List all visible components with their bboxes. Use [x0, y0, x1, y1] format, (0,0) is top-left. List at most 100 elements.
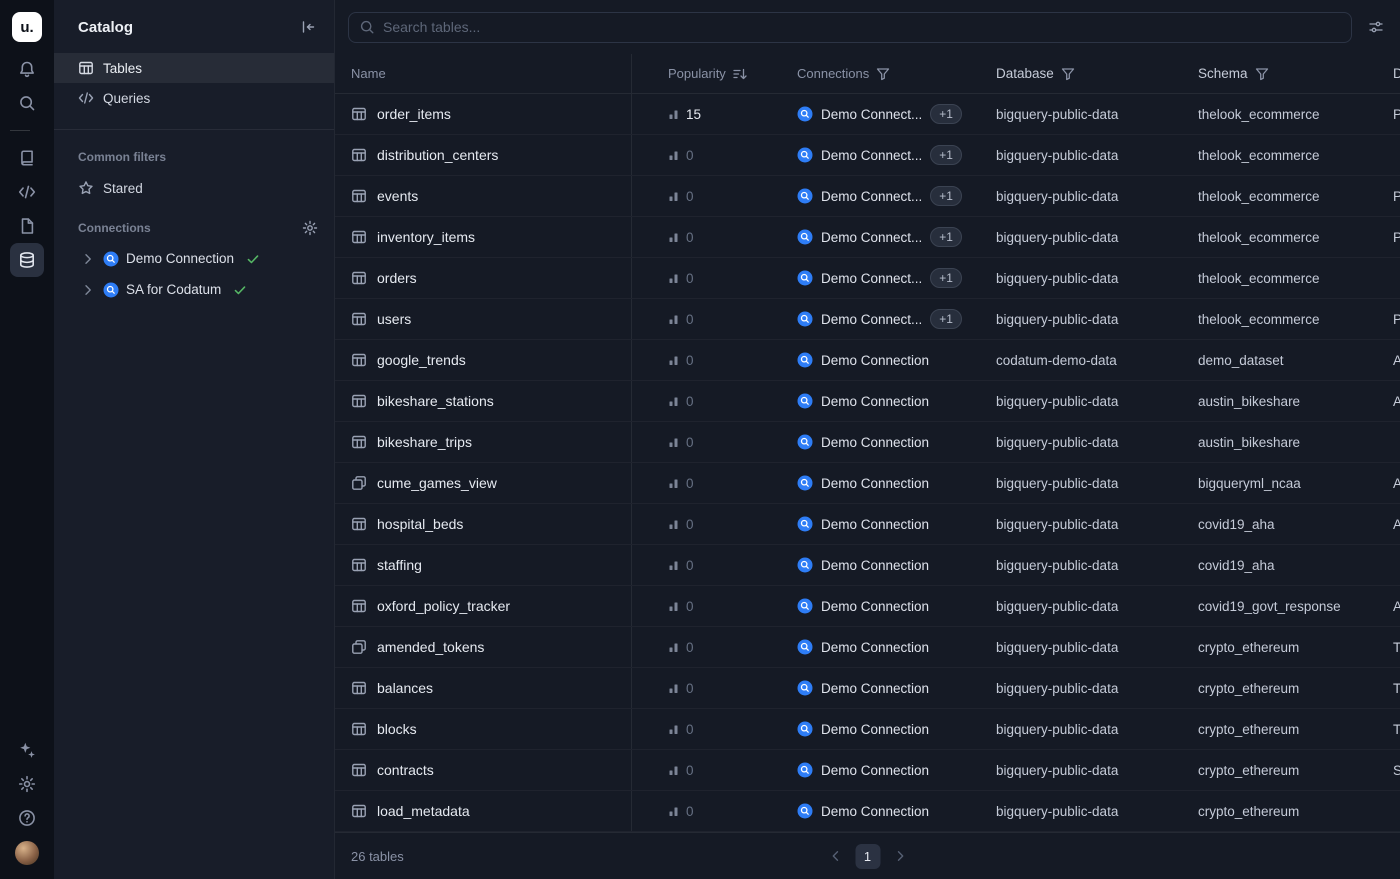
extra-connections-badge[interactable]: +1: [930, 145, 962, 165]
column-header-description-partial[interactable]: D: [1384, 54, 1400, 93]
bell-icon[interactable]: [10, 52, 44, 86]
cell-name[interactable]: amended_tokens: [335, 627, 632, 667]
sidebar-item-stared[interactable]: Stared: [54, 173, 334, 203]
connection-name: Demo Connection: [821, 394, 929, 409]
table-row[interactable]: order_items15Demo Connect...+1bigquery-p…: [335, 94, 1400, 135]
cell-name[interactable]: distribution_centers: [335, 135, 632, 175]
table-row[interactable]: hospital_beds0Demo Connectionbigquery-pu…: [335, 504, 1400, 545]
book-icon[interactable]: [10, 141, 44, 175]
cell-name[interactable]: events: [335, 176, 632, 216]
next-page-icon[interactable]: [890, 846, 910, 866]
cell-description-partial: A: [1384, 463, 1400, 503]
sidebar-item-queries[interactable]: Queries: [54, 83, 334, 113]
chevron-right-icon[interactable]: [80, 282, 96, 298]
column-header-connections[interactable]: Connections: [785, 54, 982, 93]
table-row[interactable]: blocks0Demo Connectionbigquery-public-da…: [335, 709, 1400, 750]
cell-name[interactable]: balances: [335, 668, 632, 708]
cell-description-partial: T: [1384, 627, 1400, 667]
popularity-value: 0: [686, 804, 694, 819]
search-input[interactable]: [383, 19, 1341, 35]
table-row[interactable]: users0Demo Connect...+1bigquery-public-d…: [335, 299, 1400, 340]
table-row[interactable]: events0Demo Connect...+1bigquery-public-…: [335, 176, 1400, 217]
connection-item-demo-connection[interactable]: Demo Connection: [54, 243, 334, 274]
cell-name[interactable]: google_trends: [335, 340, 632, 380]
extra-connections-badge[interactable]: +1: [930, 309, 962, 329]
help-icon[interactable]: [10, 801, 44, 835]
extra-connections-badge[interactable]: +1: [930, 227, 962, 247]
connection-icon: [797, 393, 813, 409]
connection-icon: [103, 251, 119, 267]
cell-name[interactable]: blocks: [335, 709, 632, 749]
filter-icon[interactable]: [1060, 66, 1076, 82]
schema-name: thelook_ecommerce: [1198, 107, 1320, 122]
table-row[interactable]: distribution_centers0Demo Connect...+1bi…: [335, 135, 1400, 176]
column-header-name[interactable]: Name: [335, 54, 632, 93]
file-icon[interactable]: [10, 209, 44, 243]
cell-name[interactable]: inventory_items: [335, 217, 632, 257]
cell-name[interactable]: bikeshare_stations: [335, 381, 632, 421]
popularity-value: 0: [686, 394, 694, 409]
panel-collapse-icon[interactable]: [296, 15, 320, 39]
search-bar[interactable]: [348, 12, 1352, 43]
avatar[interactable]: [15, 841, 39, 865]
sidebar-item-tables[interactable]: Tables: [54, 53, 334, 83]
cell-name[interactable]: orders: [335, 258, 632, 298]
table-row[interactable]: orders0Demo Connect...+1bigquery-public-…: [335, 258, 1400, 299]
search-icon[interactable]: [10, 86, 44, 120]
nav-label: Queries: [103, 91, 150, 106]
column-header-database[interactable]: Database: [982, 54, 1184, 93]
filter-icon[interactable]: [1254, 66, 1270, 82]
database-icon[interactable]: [10, 243, 44, 277]
cell-name[interactable]: bikeshare_trips: [335, 422, 632, 462]
prev-page-icon[interactable]: [825, 846, 845, 866]
table-row[interactable]: staffing0Demo Connectionbigquery-public-…: [335, 545, 1400, 586]
app-logo[interactable]: u.: [12, 12, 42, 42]
code-icon[interactable]: [10, 175, 44, 209]
gear-icon[interactable]: [298, 216, 322, 240]
page-number[interactable]: 1: [855, 844, 880, 869]
table-row[interactable]: contracts0Demo Connectionbigquery-public…: [335, 750, 1400, 791]
table-name: oxford_policy_tracker: [377, 598, 510, 614]
cell-name[interactable]: order_items: [335, 94, 632, 134]
cell-popularity: 0: [632, 545, 785, 585]
cell-description-partial: [1384, 545, 1400, 585]
search-icon: [359, 19, 375, 35]
extra-connections-badge[interactable]: +1: [930, 104, 962, 124]
cell-connections: Demo Connect...+1: [785, 135, 982, 175]
cell-description-partial: S: [1384, 750, 1400, 790]
table-row[interactable]: bikeshare_stations0Demo Connectionbigque…: [335, 381, 1400, 422]
table-row[interactable]: amended_tokens0Demo Connectionbigquery-p…: [335, 627, 1400, 668]
extra-connections-badge[interactable]: +1: [930, 186, 962, 206]
table-row[interactable]: google_trends0Demo Connectioncodatum-dem…: [335, 340, 1400, 381]
sliders-icon[interactable]: [1364, 15, 1388, 39]
connection-icon: [797, 762, 813, 778]
cell-name[interactable]: oxford_policy_tracker: [335, 586, 632, 626]
cell-description-partial: A: [1384, 381, 1400, 421]
table-row[interactable]: balances0Demo Connectionbigquery-public-…: [335, 668, 1400, 709]
column-header-schema[interactable]: Schema: [1184, 54, 1384, 93]
cell-name[interactable]: cume_games_view: [335, 463, 632, 503]
sort-desc-icon[interactable]: [732, 66, 748, 82]
table-row[interactable]: bikeshare_trips0Demo Connectionbigquery-…: [335, 422, 1400, 463]
table-row[interactable]: load_metadata0Demo Connectionbigquery-pu…: [335, 791, 1400, 832]
sparkles-icon[interactable]: [10, 733, 44, 767]
chevron-right-icon[interactable]: [80, 251, 96, 267]
cell-name[interactable]: hospital_beds: [335, 504, 632, 544]
popularity-value: 15: [686, 107, 701, 122]
gear-icon[interactable]: [10, 767, 44, 801]
table-name: contracts: [377, 762, 434, 778]
cell-name[interactable]: users: [335, 299, 632, 339]
extra-connections-badge[interactable]: +1: [930, 268, 962, 288]
cell-popularity: 0: [632, 791, 785, 831]
cell-name[interactable]: contracts: [335, 750, 632, 790]
filter-icon[interactable]: [875, 66, 891, 82]
connection-item-sa-for-codatum[interactable]: SA for Codatum: [54, 274, 334, 305]
table-row[interactable]: oxford_policy_tracker0Demo Connectionbig…: [335, 586, 1400, 627]
column-header-popularity[interactable]: Popularity: [632, 54, 785, 93]
table-icon: [78, 60, 94, 76]
table-row[interactable]: inventory_items0Demo Connect...+1bigquer…: [335, 217, 1400, 258]
cell-name[interactable]: staffing: [335, 545, 632, 585]
cell-name[interactable]: load_metadata: [335, 791, 632, 831]
table-row[interactable]: cume_games_view0Demo Connectionbigquery-…: [335, 463, 1400, 504]
bars-icon: [668, 313, 680, 325]
